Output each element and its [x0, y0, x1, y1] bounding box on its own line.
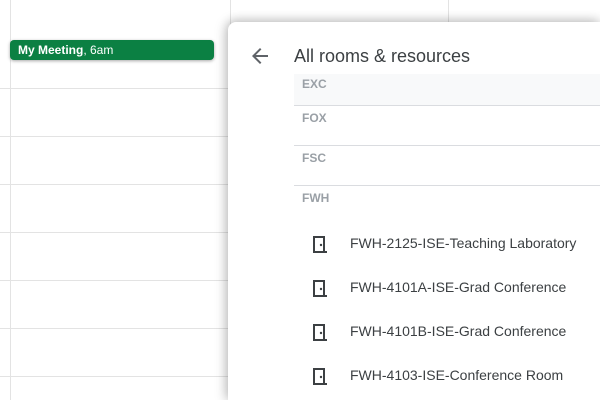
door-icon [312, 322, 328, 342]
room-label: FWH-4101B-ISE-Grad Conference [350, 323, 567, 339]
event-time: , 6am [83, 43, 114, 57]
door-icon [312, 366, 328, 386]
rooms-resources-panel: All rooms & resources EXC FOX FSC FWH FW… [228, 22, 600, 400]
resource-list: EXC FOX FSC FWH FWH-2125-ISE-Teaching La… [294, 74, 600, 400]
group-label: FWH [302, 191, 330, 205]
group-row-fwh[interactable]: FWH [294, 186, 600, 226]
room-item[interactable]: FWH-4103-ISE-Conference Room [294, 358, 600, 400]
room-label: FWH-4101A-ISE-Grad Conference [350, 279, 567, 295]
panel-header: All rooms & resources [228, 22, 600, 78]
room-item[interactable]: FWH-2125-ISE-Teaching Laboratory [294, 226, 600, 270]
door-icon [312, 234, 328, 254]
room-label: FWH-4103-ISE-Conference Room [350, 367, 564, 383]
group-label: FOX [302, 111, 327, 125]
arrow-left-icon [252, 48, 268, 64]
calendar-event[interactable]: My Meeting, 6am [10, 40, 214, 60]
group-row-fsc[interactable]: FSC [294, 146, 600, 186]
calendar-page: My Meeting, 6am All rooms & resources EX… [0, 0, 600, 400]
back-button[interactable] [248, 44, 272, 68]
room-item[interactable]: FWH-4101A-ISE-Grad Conference [294, 270, 600, 314]
event-title: My Meeting [18, 43, 84, 57]
group-label: EXC [302, 77, 327, 91]
group-label: FSC [302, 151, 326, 165]
room-label: FWH-2125-ISE-Teaching Laboratory [350, 235, 577, 251]
grid-column-line [10, 0, 11, 400]
door-icon [312, 278, 328, 298]
room-item[interactable]: FWH-4101B-ISE-Grad Conference [294, 314, 600, 358]
group-row-exc[interactable]: EXC [294, 74, 600, 106]
panel-title: All rooms & resources [294, 46, 471, 66]
group-row-fox[interactable]: FOX [294, 106, 600, 146]
